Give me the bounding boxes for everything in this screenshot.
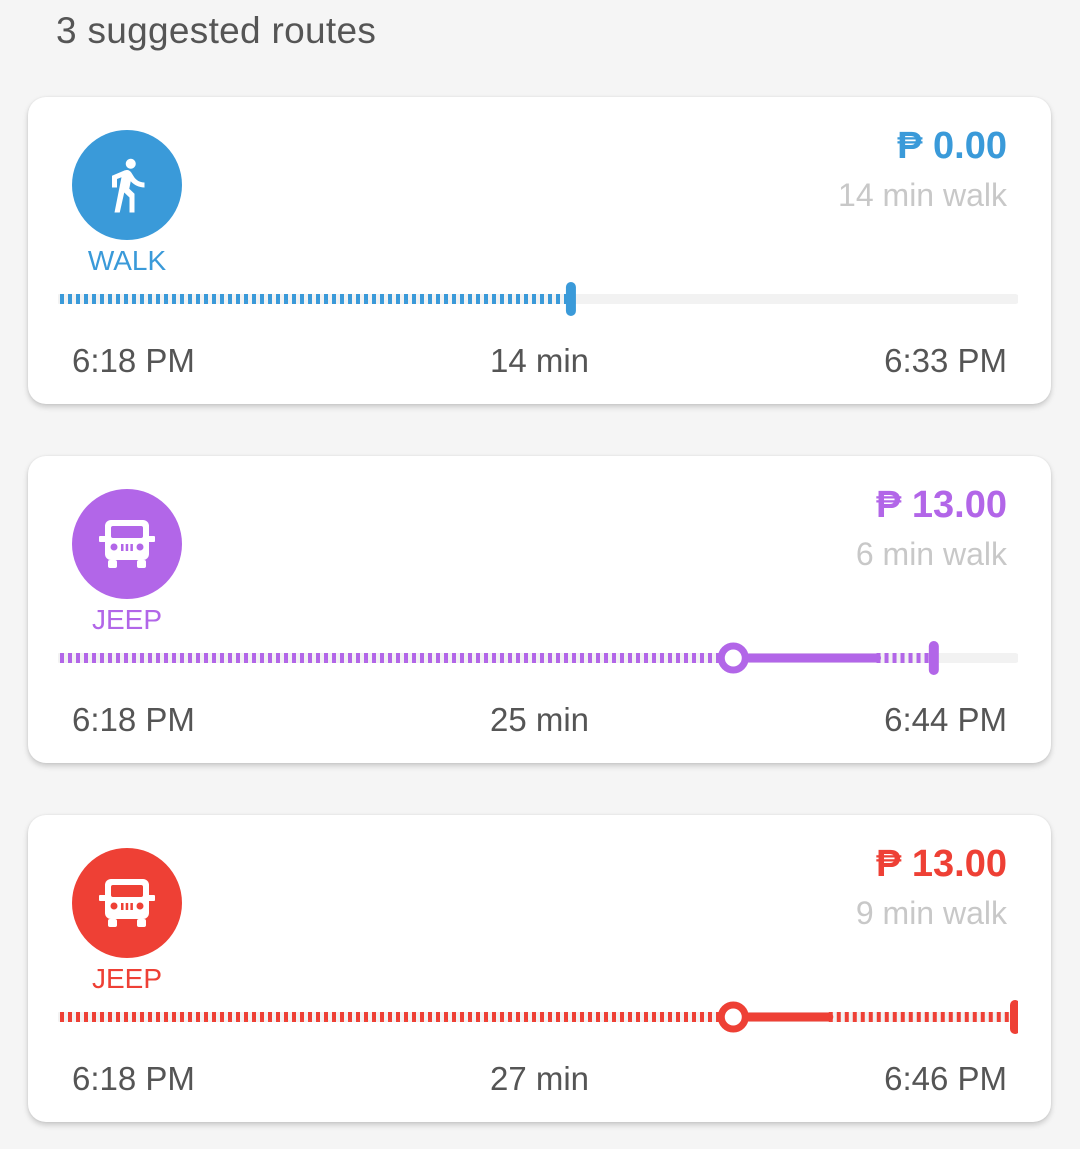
arrive-time: 6:44 PM <box>884 701 1007 738</box>
jeep-mode-badge <box>72 489 182 599</box>
boarding-stop-marker <box>717 1001 749 1033</box>
fare-amount: ₱ 13.00 <box>876 843 1007 885</box>
walk-mode-badge <box>72 130 182 240</box>
routes-count-title: 3 suggested routes <box>56 10 377 51</box>
walk-duration: 14 min walk <box>838 177 1007 213</box>
mode-label: WALK <box>87 245 167 276</box>
jeep-mode-badge <box>72 848 182 958</box>
walk-icon <box>112 158 145 213</box>
jeepney-icon <box>99 520 155 568</box>
route-card-jeep[interactable]: JEEP ₱ 13.00 9 min walk 6:18 PM 27 min 6… <box>28 815 1051 1122</box>
route-timeline <box>58 282 1018 316</box>
walk-duration: 6 min walk <box>855 536 1007 572</box>
mode-label: JEEP <box>91 963 163 994</box>
arrive-time: 6:33 PM <box>884 342 1007 379</box>
arrive-time: 6:46 PM <box>884 1060 1007 1097</box>
fare-amount: ₱ 0.00 <box>897 125 1007 167</box>
fare-amount: ₱ 13.00 <box>876 484 1007 526</box>
jeepney-icon <box>99 879 155 927</box>
route-timeline <box>58 641 1018 675</box>
route-card-jeep[interactable]: JEEP ₱ 13.00 6 min walk 6:18 PM 25 min 6… <box>28 456 1051 763</box>
boarding-stop-marker <box>717 642 749 674</box>
route-card-walk[interactable]: WALK ₱ 0.00 14 min walk 6:18 PM 14 min 6… <box>28 97 1051 404</box>
walk-duration: 9 min walk <box>855 895 1007 931</box>
mode-label: JEEP <box>91 604 163 635</box>
route-timeline <box>58 1000 1018 1034</box>
